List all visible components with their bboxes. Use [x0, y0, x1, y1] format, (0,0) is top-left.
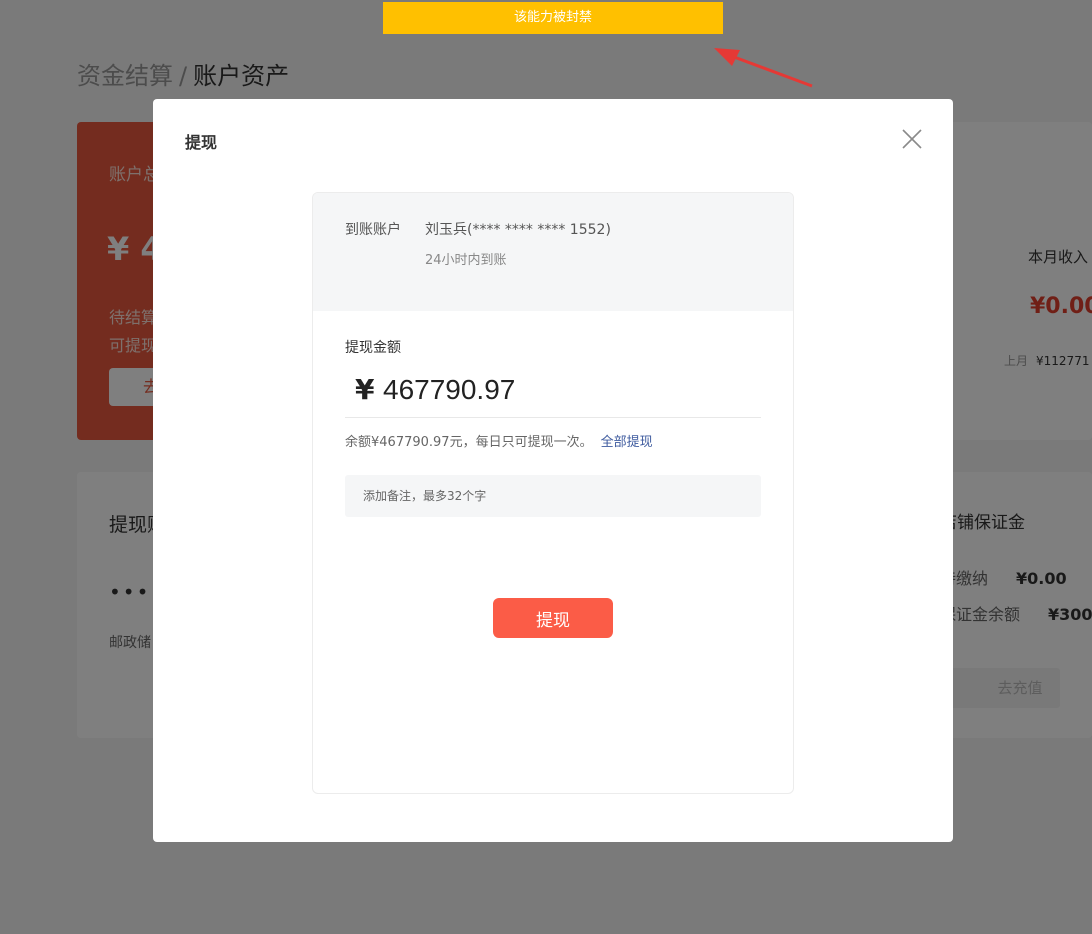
- withdraw-form: 到账账户 刘玉兵(**** **** **** 1552) 24小时内到账 提现…: [312, 192, 794, 794]
- modal-title: 提现: [185, 133, 218, 152]
- payee-account-label: 到账账户: [345, 222, 401, 238]
- balance-line: 余额¥467790.97元，每日只可提现一次。 全部提现: [345, 431, 653, 450]
- withdraw-submit-button[interactable]: 提现: [493, 598, 613, 638]
- close-icon[interactable]: [899, 126, 925, 152]
- red-arrow-icon: [714, 48, 813, 88]
- yen-icon: ¥: [355, 373, 375, 406]
- balance-text: 余额¥467790.97元，每日只可提现一次。: [345, 435, 593, 450]
- payee-account-name: 刘玉兵(**** **** **** 1552): [425, 222, 611, 238]
- remark-input[interactable]: [345, 475, 761, 517]
- arrival-time-note: 24小时内到账: [425, 253, 507, 268]
- amount-label: 提现金额: [345, 340, 401, 356]
- amount-input[interactable]: [383, 371, 743, 409]
- withdraw-modal: 提现 到账账户 刘玉兵(**** **** **** 1552) 24小时内到账…: [153, 99, 953, 842]
- withdraw-all-link[interactable]: 全部提现: [601, 435, 653, 450]
- amount-field-row: ¥: [345, 367, 761, 418]
- banned-banner: 该能力被封禁: [383, 2, 723, 34]
- payee-account-box: 到账账户 刘玉兵(**** **** **** 1552) 24小时内到账: [313, 193, 793, 311]
